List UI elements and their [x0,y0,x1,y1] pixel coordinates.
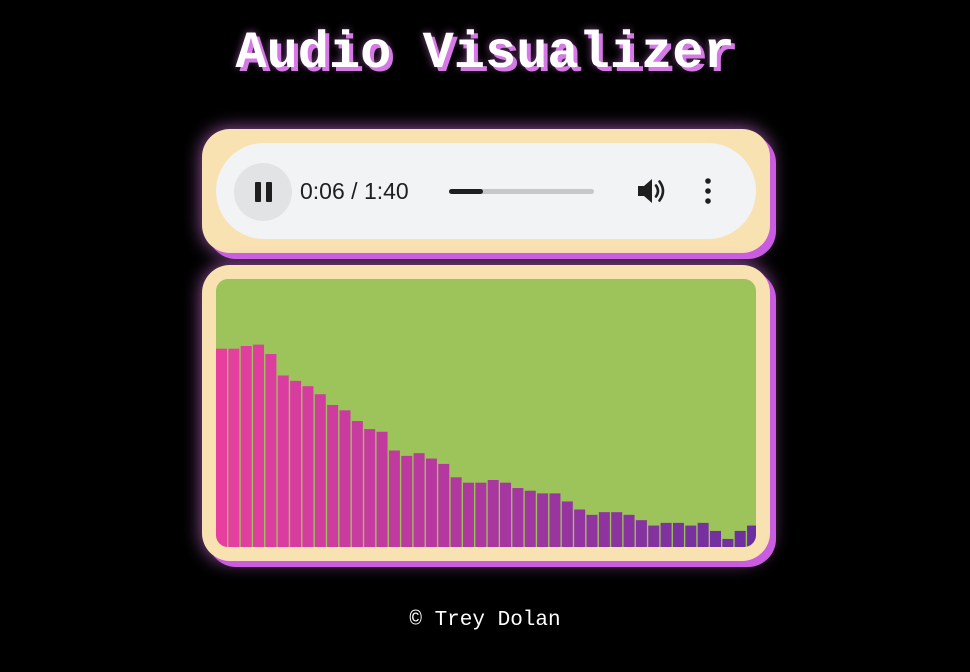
audio-player-frame: 0:06 / 1:40 [202,129,770,253]
time-display: 0:06 / 1:40 [300,177,409,205]
play-pause-button[interactable] [234,163,292,221]
visualizer-bar [265,354,277,547]
more-vertical-icon [705,178,711,204]
more-options-button[interactable] [696,175,720,207]
visualizer-bar [512,488,524,547]
visualizer-bar [228,348,240,547]
audio-player: 0:06 / 1:40 [216,143,756,239]
visualizer-bar [722,538,734,547]
visualizer-bar [413,453,425,547]
visualizer-bar [302,386,314,547]
visualizer-bar [623,514,635,547]
visualizer-bar [277,375,289,547]
visualizer-bar [648,525,660,547]
visualizer-bar [290,380,302,547]
volume-icon [638,179,665,203]
visualizer-bar [487,480,499,547]
seek-slider[interactable] [449,187,594,195]
visualizer-bar [314,394,326,547]
visualizer-bars [216,344,756,547]
visualizer-bar [240,346,252,547]
visualizer-bar [672,522,684,547]
visualizer-bar [537,493,549,547]
footer-copyright: © Trey Dolan [409,609,561,632]
visualizer-bar [660,522,672,547]
visualizer-bar [747,525,756,547]
visualizer-bar [327,404,339,547]
visualizer-bar [463,482,474,547]
duration: 1:40 [363,178,409,204]
visualizer-bar [611,512,623,547]
visualizer-bar [598,512,610,547]
page-title: Audio Visualizer [235,24,735,83]
visualizer-bar [549,493,561,547]
volume-button[interactable] [634,175,670,207]
pause-icon [255,182,261,202]
visualizer-bar [586,514,598,547]
visualizer-frame [202,265,770,561]
visualizer-bar [425,458,437,547]
current-time: 0:06 [300,178,345,204]
time-separator: / [344,178,364,204]
visualizer-bar [450,477,462,547]
visualizer-bar [376,431,388,547]
visualizer-bar [216,348,227,547]
visualizer-bar [253,344,265,547]
visualizer-bar [438,463,450,547]
visualizer-bar [388,450,400,547]
visualizer-bar [710,530,721,547]
visualizer-bar [697,522,709,547]
visualizer-bar [401,455,413,547]
visualizer-bar [734,530,746,547]
visualizer-bar [574,509,586,547]
visualizer-bar [685,525,697,547]
visualizer-bar [364,429,376,547]
visualizer-bar [339,410,351,547]
visualizer-bar [500,482,512,547]
visualizer-bar [635,520,647,547]
seek-fill [449,189,483,194]
visualizer-bar [561,501,573,547]
visualizer-bar [524,490,536,547]
visualizer-bar [351,421,363,547]
visualizer-canvas [216,279,756,547]
visualizer-bar [475,482,487,547]
